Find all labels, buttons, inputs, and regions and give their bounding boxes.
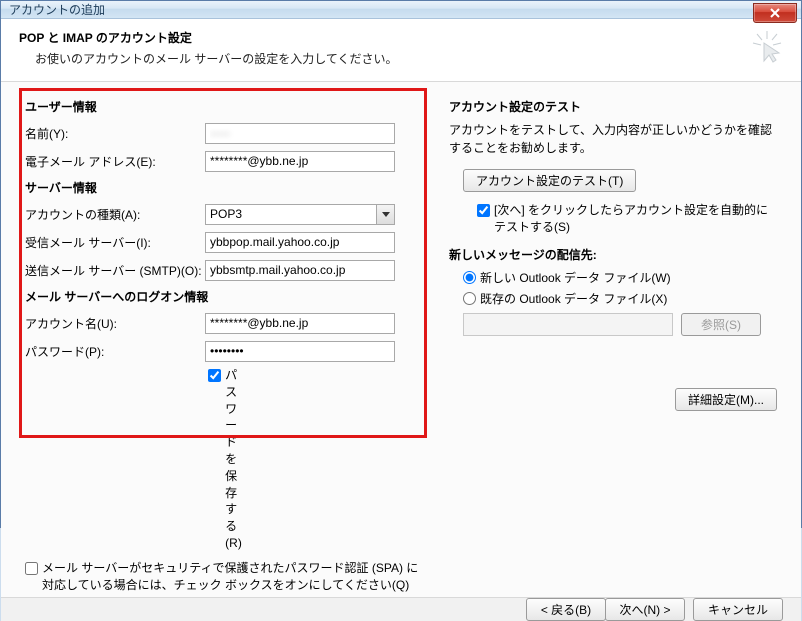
account-name-label: アカウント名(U):	[25, 315, 205, 332]
delivery-heading: 新しいメッセージの配信先:	[449, 246, 777, 263]
header-subtitle: お使いのアカウントのメール サーバーの設定を入力してください。	[19, 50, 751, 67]
cancel-button[interactable]: キャンセル	[693, 598, 783, 621]
test-heading: アカウント設定のテスト	[449, 98, 777, 115]
titlebar: アカウントの追加	[1, 1, 801, 19]
header-title: POP と IMAP のアカウント設定	[19, 29, 751, 46]
body-area: ユーザー情報 名前(Y): 電子メール アドレス(E): サーバー情報 アカウン…	[1, 82, 801, 597]
outgoing-input[interactable]	[205, 260, 395, 281]
password-label: パスワード(P):	[25, 343, 205, 360]
back-button[interactable]: < 戻る(B)	[526, 598, 606, 621]
dialog-window: アカウントの追加 POP と IMAP のアカウント設定 お使いのアカウントのメ…	[0, 0, 802, 528]
account-type-value: POP3	[206, 205, 376, 224]
combo-dropdown-button[interactable]	[376, 205, 394, 224]
userinfo-heading: ユーザー情報	[25, 98, 425, 115]
incoming-label: 受信メール サーバー(I):	[25, 234, 205, 251]
account-type-combo[interactable]: POP3	[205, 204, 395, 225]
cursor-icon	[751, 31, 783, 63]
header-text: POP と IMAP のアカウント設定 お使いのアカウントのメール サーバーの設…	[19, 29, 751, 67]
auto-test-checkbox[interactable]	[477, 204, 490, 217]
name-label: 名前(Y):	[25, 125, 205, 142]
left-column: ユーザー情報 名前(Y): 電子メール アドレス(E): サーバー情報 アカウン…	[25, 92, 425, 597]
delivery-existing-radio[interactable]	[463, 292, 476, 305]
incoming-input[interactable]	[205, 232, 395, 253]
auto-test-label: [次へ] をクリックしたらアカウント設定を自動的にテストする(S)	[494, 202, 777, 236]
test-description: アカウントをテストして、入力内容が正しいかどうかを確認することをお勧めします。	[449, 121, 777, 157]
spa-checkbox[interactable]	[25, 562, 38, 575]
next-button[interactable]: 次へ(N) >	[605, 598, 685, 621]
test-settings-button[interactable]: アカウント設定のテスト(T)	[463, 169, 636, 192]
save-password-checkbox[interactable]	[208, 369, 221, 382]
email-input[interactable]	[205, 151, 395, 172]
delivery-new-radio[interactable]	[463, 271, 476, 284]
save-password-label: パスワードを保存する(R)	[225, 367, 242, 552]
right-column: アカウント設定のテスト アカウントをテストして、入力内容が正しいかどうかを確認す…	[449, 92, 777, 597]
logon-heading: メール サーバーへのログオン情報	[25, 288, 425, 305]
nav-button-group: < 戻る(B) 次へ(N) >	[526, 598, 685, 621]
header-area: POP と IMAP のアカウント設定 お使いのアカウントのメール サーバーの設…	[1, 19, 801, 82]
delivery-existing-label: 既存の Outlook データ ファイル(X)	[480, 290, 667, 307]
existing-file-field	[463, 313, 673, 336]
account-name-input[interactable]	[205, 313, 395, 334]
email-label: 電子メール アドレス(E):	[25, 153, 205, 170]
outgoing-label: 送信メール サーバー (SMTP)(O):	[25, 262, 205, 279]
delivery-new-label: 新しい Outlook データ ファイル(W)	[480, 269, 671, 286]
chevron-down-icon	[382, 212, 390, 217]
close-button[interactable]	[753, 3, 797, 23]
serverinfo-heading: サーバー情報	[25, 179, 425, 196]
advanced-settings-button[interactable]: 詳細設定(M)...	[675, 388, 777, 411]
spa-label: メール サーバーがセキュリティで保護されたパスワード認証 (SPA) に対応して…	[42, 560, 425, 594]
close-icon	[769, 8, 781, 18]
browse-button[interactable]: 参照(S)	[681, 313, 761, 336]
password-input[interactable]	[205, 341, 395, 362]
account-type-label: アカウントの種類(A):	[25, 206, 205, 223]
name-input[interactable]	[205, 123, 395, 144]
titlebar-title: アカウントの追加	[9, 1, 105, 18]
footer: < 戻る(B) 次へ(N) > キャンセル	[1, 597, 801, 621]
